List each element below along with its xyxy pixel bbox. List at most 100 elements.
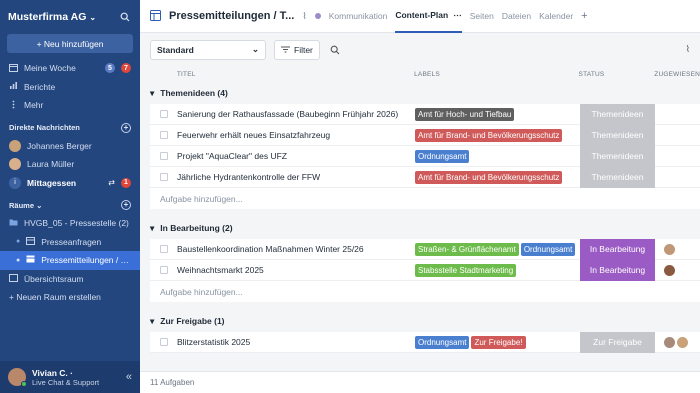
table-row[interactable]: Projekt "AquaClear" des UFZ Ordnungsamt …: [150, 145, 700, 167]
tab-dateien[interactable]: Dateien: [502, 11, 531, 21]
sidebar-item-label: Mehr: [24, 100, 44, 111]
avatar: [664, 243, 675, 255]
caret-down-icon: ▾: [150, 87, 155, 98]
table-row[interactable]: Blitzerstatistik 2025 Ordnungsamt Zur Fre…: [150, 331, 700, 353]
table-row[interactable]: Sanierung der Rathausfassade (Baubeginn …: [150, 103, 700, 125]
add-room-icon[interactable]: +: [121, 200, 131, 210]
label-chip: Amt für Brand- und Bevölkerungsschutz: [415, 170, 563, 184]
tab-seiten[interactable]: Seiten: [470, 11, 494, 21]
task-checkbox[interactable]: [160, 152, 168, 160]
task-checkbox[interactable]: [160, 110, 168, 118]
column-header-row: TITEL LABELS STATUS ZUGEWIESEN: [140, 66, 700, 82]
task-checkbox[interactable]: [160, 245, 168, 253]
table-row[interactable]: Jährliche Hydrantenkontrolle der FFW Amt…: [150, 166, 700, 188]
avatar: [664, 336, 675, 348]
dm-item-laura[interactable]: Laura Müller: [0, 155, 140, 174]
task-labels: Stabsstelle Stadtmarketing: [415, 263, 577, 277]
sidebar: Musterfirma AG ⌄ + Neu hinzufügen Meine W…: [0, 0, 140, 393]
dm-section-header: Direkte Nachrichten +: [0, 119, 140, 137]
chevron-down-icon: ⌄: [251, 44, 259, 54]
group-header[interactable]: ▾ Themenideen (4): [140, 82, 700, 104]
status-cell[interactable]: In Bearbeitung: [580, 259, 655, 281]
table-row[interactable]: Baustellenkoordination Maßnahmen Winter …: [150, 238, 700, 260]
view-toolbar: Standard ⌄ Filter ⌇: [140, 33, 700, 66]
chevron-down-icon: ⌄: [89, 13, 97, 22]
sidebar-header: Musterfirma AG ⌄: [0, 0, 140, 34]
collapse-sidebar-icon[interactable]: «: [126, 371, 132, 383]
board-icon: [26, 236, 36, 247]
task-checkbox[interactable]: [160, 173, 168, 181]
task-title: Jährliche Hydrantenkontrolle der FFW: [177, 172, 321, 182]
task-title: Feuerwehr erhält neues Einsatzfahrzeug: [177, 130, 331, 140]
room-item-pressemitteilungen[interactable]: ● Pressemitteilungen / Th...: [0, 251, 140, 270]
assignee-cell[interactable]: [655, 336, 700, 348]
add-dm-icon[interactable]: +: [121, 122, 131, 133]
add-tab-icon[interactable]: +: [581, 10, 587, 22]
activity-icon[interactable]: ⌇: [686, 44, 690, 55]
search-icon[interactable]: [118, 10, 132, 24]
group-header[interactable]: ▾ Zur Freigabe (1): [140, 310, 700, 332]
online-status-dot: [21, 381, 27, 387]
room-item-hvgb[interactable]: HVGB_05 - Pressestelle (2): [0, 214, 140, 233]
view-select[interactable]: Standard ⌄: [150, 39, 266, 60]
user-name: Vivian C. ·: [32, 367, 73, 378]
filter-button[interactable]: Filter: [274, 39, 320, 60]
group-header[interactable]: ▾ In Bearbeitung (2): [140, 217, 700, 239]
status-cell[interactable]: Zur Freigabe: [580, 331, 655, 353]
sidebar-item-label: Berichte: [24, 81, 56, 92]
table-row[interactable]: Feuerwehr erhält neues Einsatzfahrzeug A…: [150, 124, 700, 146]
new-button[interactable]: + Neu hinzufügen: [7, 34, 133, 53]
tab-kalender[interactable]: Kalender: [539, 11, 573, 21]
room-item-presseanfragen[interactable]: ● Presseanfragen: [0, 233, 140, 252]
dm-item-mittagessen[interactable]: i Mittagessen ⇄ 1: [0, 174, 140, 193]
more-vertical-icon: [9, 100, 18, 111]
status-cell[interactable]: Themenideen: [580, 103, 655, 125]
room-item-uebersicht[interactable]: Übersichtsraum: [0, 270, 140, 289]
group-title: In Bearbeitung (2): [160, 223, 233, 233]
task-labels: Ordnungsamt: [415, 149, 577, 163]
status-cell[interactable]: Themenideen: [580, 124, 655, 146]
page-title: Pressemitteilungen / T...: [169, 10, 295, 22]
status-cell[interactable]: In Bearbeitung: [580, 238, 655, 260]
org-switcher[interactable]: Musterfirma AG ⌄: [8, 11, 96, 23]
task-labels: Amt für Brand- und Bevölkerungsschutz: [415, 170, 577, 184]
task-count: 11 Aufgaben: [140, 371, 700, 393]
table-row[interactable]: Weihnachtsmarkt 2025 Stabsstelle Stadtma…: [150, 259, 700, 281]
assignee-cell[interactable]: [655, 264, 700, 276]
status-dot: [314, 13, 321, 19]
label-chip: Ordnungsamt: [415, 149, 470, 163]
user-profile[interactable]: Vivian C. · Live Chat & Support «: [0, 361, 140, 393]
sidebar-item-berichte[interactable]: Berichte: [0, 78, 140, 97]
dm-item-johannes[interactable]: Johannes Berger: [0, 137, 140, 156]
task-group: ▾ Zur Freigabe (1) Blitzerstatistik 2025 …: [140, 310, 700, 353]
chevron-down-icon: ⌄: [36, 200, 43, 210]
sidebar-item-meine-woche[interactable]: Meine Woche 5 7: [0, 59, 140, 78]
more-horizontal-icon[interactable]: ⋯: [453, 10, 462, 21]
task-checkbox[interactable]: [160, 338, 168, 346]
task-checkbox[interactable]: [160, 131, 168, 139]
chart-icon: [9, 81, 18, 92]
add-task-link[interactable]: Aufgabe hinzufügen...: [150, 281, 700, 302]
status-cell[interactable]: Themenideen: [580, 166, 655, 188]
tab-kommunikation[interactable]: Kommunikation: [329, 11, 388, 21]
group-title: Themenideen (4): [160, 88, 228, 98]
count-badge: 5: [105, 63, 115, 74]
status-cell[interactable]: Themenideen: [580, 145, 655, 167]
group-chat-icon: i: [9, 176, 21, 189]
add-task-link[interactable]: Aufgabe hinzufügen...: [150, 188, 700, 209]
task-group: ▾ In Bearbeitung (2) Baustellenkoordinati…: [140, 217, 700, 302]
sidebar-item-mehr[interactable]: Mehr: [0, 96, 140, 115]
caret-down-icon: ▾: [150, 315, 155, 326]
task-labels: Straßen- & Grünflächenamt Ordnungsamt: [415, 242, 577, 256]
create-room-link[interactable]: + Neuen Raum erstellen: [0, 288, 140, 307]
task-checkbox[interactable]: [160, 266, 168, 274]
search-icon[interactable]: [328, 43, 342, 57]
label-chip: Zur Freigabe!: [471, 335, 526, 349]
room-label: Übersichtsraum: [24, 273, 84, 284]
bullet-icon: ●: [16, 238, 21, 246]
tab-content-plan[interactable]: Content-Plan ⋯: [395, 0, 462, 33]
rooms-section-title: Räume ⌄: [9, 200, 43, 210]
assignee-cell[interactable]: [655, 243, 700, 255]
column-title: TITEL: [176, 70, 196, 78]
activity-icon[interactable]: ⌇: [302, 11, 306, 22]
